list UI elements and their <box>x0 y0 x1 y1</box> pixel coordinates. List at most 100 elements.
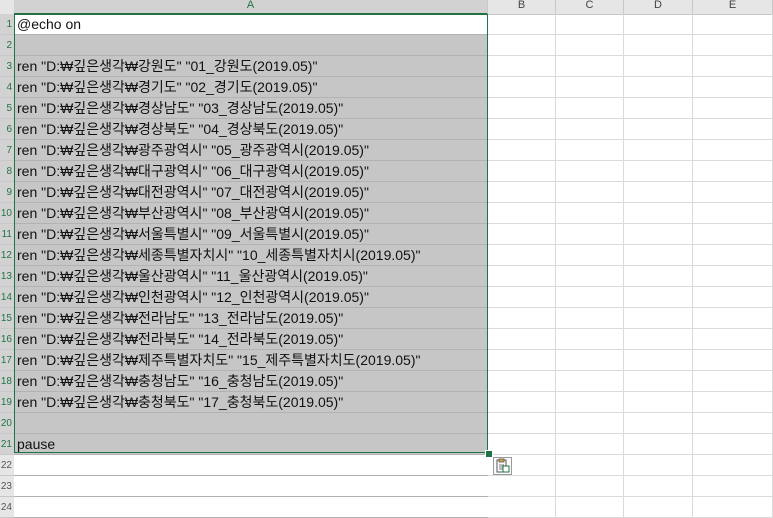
cell-d[interactable] <box>624 77 693 98</box>
cell-c[interactable] <box>556 308 624 329</box>
row-header[interactable]: 9 <box>0 182 14 203</box>
cell-a[interactable]: ren "D:₩깊은생각₩충청북도" "17_충청북도(2019.05)" <box>14 392 488 413</box>
cell-d[interactable] <box>624 455 693 476</box>
cell-d[interactable] <box>624 98 693 119</box>
cell-a[interactable]: ren "D:₩깊은생각₩울산광역시" "11_울산광역시(2019.05)" <box>14 266 488 287</box>
cell-e[interactable] <box>693 140 773 161</box>
cell-d[interactable] <box>624 329 693 350</box>
cell-d[interactable] <box>624 434 693 455</box>
cell-e[interactable] <box>693 455 773 476</box>
row-header[interactable]: 4 <box>0 77 14 98</box>
row-header[interactable]: 17 <box>0 350 14 371</box>
row-header[interactable]: 8 <box>0 161 14 182</box>
cell-e[interactable] <box>693 245 773 266</box>
cell-e[interactable] <box>693 14 773 35</box>
cell-a[interactable]: ren "D:₩깊은생각₩경상남도" "03_경상남도(2019.05)" <box>14 98 488 119</box>
cell-a[interactable]: ren "D:₩깊은생각₩경상북도" "04_경상북도(2019.05)" <box>14 119 488 140</box>
cell-e[interactable] <box>693 308 773 329</box>
cell-d[interactable] <box>624 35 693 56</box>
cell-c[interactable] <box>556 434 624 455</box>
cell-a[interactable]: pause <box>14 434 488 455</box>
cell-a[interactable] <box>14 35 488 56</box>
cell-b[interactable] <box>488 308 556 329</box>
row-header[interactable]: 13 <box>0 266 14 287</box>
cell-a[interactable] <box>14 413 488 434</box>
cell-a[interactable]: ren "D:₩깊은생각₩강원도" "01_강원도(2019.05)" <box>14 56 488 77</box>
row-header[interactable]: 12 <box>0 245 14 266</box>
cell-d[interactable] <box>624 287 693 308</box>
cell-d[interactable] <box>624 245 693 266</box>
cell-b[interactable] <box>488 266 556 287</box>
cell-c[interactable] <box>556 77 624 98</box>
cell-c[interactable] <box>556 182 624 203</box>
cell-d[interactable] <box>624 182 693 203</box>
cell-c[interactable] <box>556 224 624 245</box>
row-header[interactable]: 2 <box>0 35 14 56</box>
cell-d[interactable] <box>624 413 693 434</box>
cell-c[interactable] <box>556 392 624 413</box>
cell-e[interactable] <box>693 350 773 371</box>
cell-b[interactable] <box>488 119 556 140</box>
cell-b[interactable] <box>488 224 556 245</box>
cell-c[interactable] <box>556 371 624 392</box>
cell-e[interactable] <box>693 77 773 98</box>
cell-c[interactable] <box>556 245 624 266</box>
cell-d[interactable] <box>624 476 693 497</box>
cell-d[interactable] <box>624 203 693 224</box>
cell-d[interactable] <box>624 371 693 392</box>
cell-b[interactable] <box>488 350 556 371</box>
cell-a[interactable]: ren "D:₩깊은생각₩충청남도" "16_충청남도(2019.05)" <box>14 371 488 392</box>
cell-c[interactable] <box>556 161 624 182</box>
cell-c[interactable] <box>556 455 624 476</box>
cell-a[interactable]: ren "D:₩깊은생각₩대구광역시" "06_대구광역시(2019.05)" <box>14 161 488 182</box>
cell-a[interactable]: ren "D:₩깊은생각₩제주특별자치도" "15_제주특별자치도(2019.0… <box>14 350 488 371</box>
cell-b[interactable] <box>488 245 556 266</box>
cell-b[interactable] <box>488 56 556 77</box>
cell-e[interactable] <box>693 476 773 497</box>
cell-c[interactable] <box>556 266 624 287</box>
cell-b[interactable] <box>488 77 556 98</box>
cell-b[interactable] <box>488 161 556 182</box>
cell-b[interactable] <box>488 98 556 119</box>
cell-a[interactable]: @echo on <box>14 14 488 35</box>
cell-b[interactable] <box>488 371 556 392</box>
cell-a[interactable]: ren "D:₩깊은생각₩경기도" "02_경기도(2019.05)" <box>14 77 488 98</box>
cell-b[interactable] <box>488 203 556 224</box>
cell-d[interactable] <box>624 266 693 287</box>
cell-c[interactable] <box>556 119 624 140</box>
cell-b[interactable] <box>488 413 556 434</box>
cell-d[interactable] <box>624 14 693 35</box>
row-header[interactable]: 14 <box>0 287 14 308</box>
row-header[interactable]: 15 <box>0 308 14 329</box>
cell-c[interactable] <box>556 329 624 350</box>
row-header[interactable]: 23 <box>0 476 14 497</box>
row-header[interactable]: 21 <box>0 434 14 455</box>
row-header[interactable]: 3 <box>0 56 14 77</box>
row-header[interactable]: 6 <box>0 119 14 140</box>
cell-c[interactable] <box>556 14 624 35</box>
cell-c[interactable] <box>556 35 624 56</box>
cell-c[interactable] <box>556 413 624 434</box>
row-header[interactable]: 20 <box>0 413 14 434</box>
fill-handle[interactable] <box>485 450 493 458</box>
cell-a[interactable]: ren "D:₩깊은생각₩대전광역시" "07_대전광역시(2019.05)" <box>14 182 488 203</box>
cell-a[interactable] <box>14 476 488 497</box>
cell-d[interactable] <box>624 308 693 329</box>
row-header[interactable]: 5 <box>0 98 14 119</box>
row-header[interactable]: 1 <box>0 14 14 35</box>
cell-c[interactable] <box>556 140 624 161</box>
cell-e[interactable] <box>693 119 773 140</box>
cell-c[interactable] <box>556 203 624 224</box>
cell-a[interactable] <box>14 455 488 476</box>
cell-a[interactable]: ren "D:₩깊은생각₩인천광역시" "12_인천광역시(2019.05)" <box>14 287 488 308</box>
cell-c[interactable] <box>556 350 624 371</box>
cell-a[interactable]: ren "D:₩깊은생각₩전라남도" "13_전라남도(2019.05)" <box>14 308 488 329</box>
cell-b[interactable] <box>488 140 556 161</box>
cell-a[interactable]: ren "D:₩깊은생각₩세종특별자치시" "10_세종특별자치시(2019.0… <box>14 245 488 266</box>
cell-d[interactable] <box>624 140 693 161</box>
row-header[interactable]: 7 <box>0 140 14 161</box>
cell-b[interactable] <box>488 392 556 413</box>
cell-e[interactable] <box>693 413 773 434</box>
cell-c[interactable] <box>556 56 624 77</box>
cell-a[interactable]: ren "D:₩깊은생각₩광주광역시" "05_광주광역시(2019.05)" <box>14 140 488 161</box>
